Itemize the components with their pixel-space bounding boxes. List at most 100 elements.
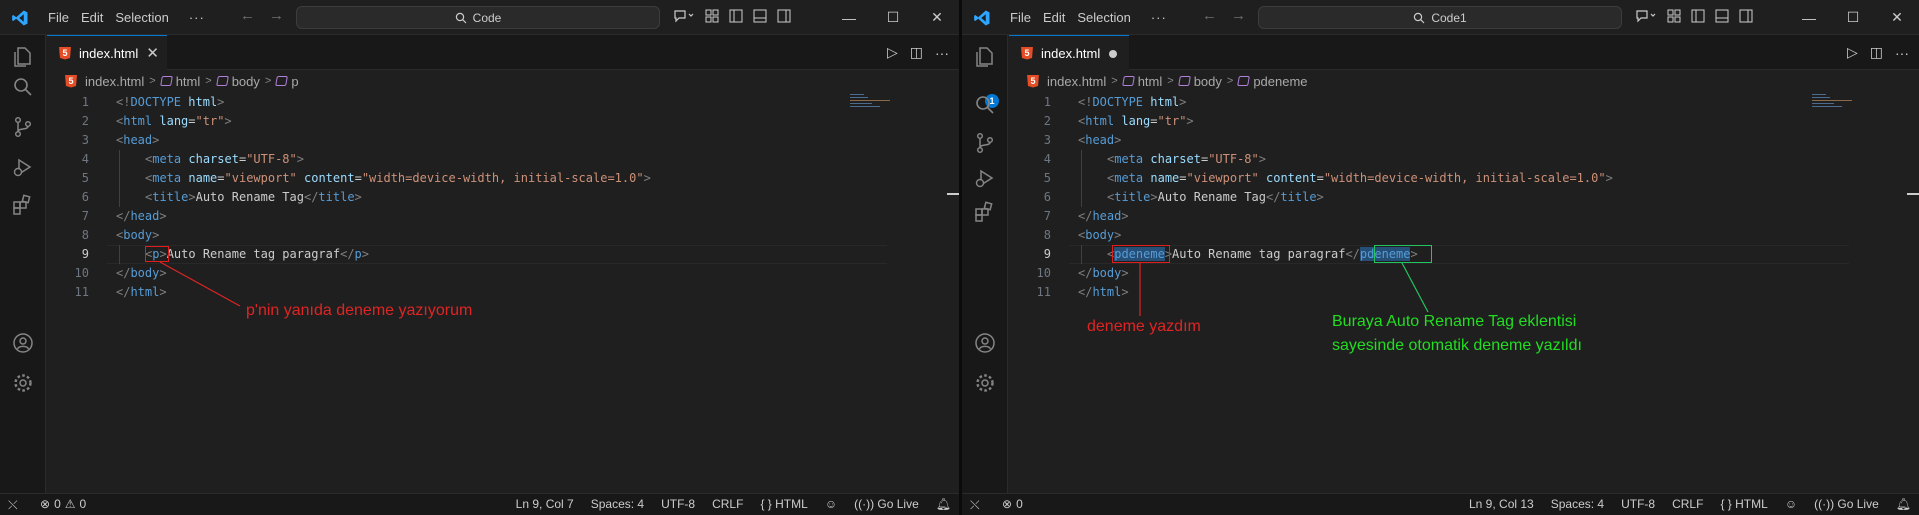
code-line[interactable]: 10 </body> <box>1009 264 1919 283</box>
encoding[interactable]: UTF-8 <box>1621 497 1655 511</box>
code-line[interactable]: 6 <title>Auto Rename Tag</title> <box>47 188 959 207</box>
command-center-search[interactable]: Code1 <box>1258 6 1622 29</box>
run-debug-icon[interactable] <box>973 166 997 190</box>
breadcrumb-file[interactable]: index.html <box>85 74 144 89</box>
manage-gear-icon[interactable] <box>11 371 35 395</box>
line-ending[interactable]: CRLF <box>712 497 743 511</box>
indentation[interactable]: Spaces: 4 <box>591 497 644 511</box>
menu-edit[interactable]: Edit <box>75 10 109 25</box>
minimap[interactable] <box>850 94 910 124</box>
notifications-bell-icon[interactable]: 🔔︎ <box>1896 497 1911 511</box>
close-window-icon[interactable]: ✕ <box>915 0 959 35</box>
scrollbar-marker[interactable] <box>947 193 959 195</box>
notifications-bell-icon[interactable]: 🔔︎ <box>936 497 951 511</box>
run-icon[interactable]: ▷ <box>1847 44 1858 61</box>
code-line[interactable]: 7 </head> <box>1009 207 1919 226</box>
code-line[interactable]: 8 <body> <box>47 226 959 245</box>
toggle-panel-icon[interactable] <box>753 9 767 23</box>
code-line[interactable]: 4 <meta charset="UTF-8"> <box>47 150 959 169</box>
code-editor[interactable]: 1 <!DOCTYPE html> 2 <html lang="tr"> 3 <head>… <box>47 92 959 493</box>
copilot-chat-icon[interactable] <box>673 8 695 24</box>
minimize-icon[interactable]: — <box>827 0 871 35</box>
language-mode[interactable]: { } HTML <box>760 497 807 511</box>
code-line[interactable]: 2 <html lang="tr"> <box>1009 112 1919 131</box>
accounts-icon[interactable] <box>11 331 35 355</box>
explorer-icon[interactable] <box>973 45 997 69</box>
encoding[interactable]: UTF-8 <box>661 497 695 511</box>
language-mode[interactable]: { } HTML <box>1720 497 1767 511</box>
accounts-icon[interactable] <box>973 331 997 355</box>
go-live-button[interactable]: ((·)) Go Live <box>1814 497 1879 511</box>
breadcrumb-file[interactable]: index.html <box>1047 74 1106 89</box>
forward-arrow-icon[interactable]: → <box>269 7 284 24</box>
breadcrumb-html[interactable]: html <box>1138 74 1163 89</box>
code-line[interactable]: 1 <!DOCTYPE html> <box>47 93 959 112</box>
back-arrow-icon[interactable]: ← <box>240 7 255 24</box>
command-center-search[interactable]: Code <box>296 6 660 29</box>
code-line[interactable]: 11 </html> <box>47 283 959 302</box>
toggle-panel-icon[interactable] <box>1715 9 1729 23</box>
explorer-icon[interactable] <box>11 45 35 69</box>
breadcrumb-body[interactable]: body <box>232 74 260 89</box>
source-control-icon[interactable] <box>11 115 35 139</box>
problems-indicator[interactable]: ⊗0 ⚠ <box>1002 497 1027 511</box>
line-ending[interactable]: CRLF <box>1672 497 1703 511</box>
code-line[interactable]: 2 <html lang="tr"> <box>47 112 959 131</box>
maximize-icon[interactable]: ☐ <box>871 0 915 35</box>
code-line[interactable]: 10 </body> <box>47 264 959 283</box>
cursor-position[interactable]: Ln 9, Col 13 <box>1469 497 1534 511</box>
code-line[interactable]: 5 <meta name="viewport" content="width=de… <box>47 169 959 188</box>
indentation[interactable]: Spaces: 4 <box>1551 497 1604 511</box>
code-line[interactable]: 8 <body> <box>1009 226 1919 245</box>
breadcrumb-html[interactable]: html <box>176 74 201 89</box>
toggle-secondary-sidebar-icon[interactable] <box>1739 9 1753 23</box>
problems-indicator[interactable]: ⊗ 0 ⚠ 0 <box>40 497 86 511</box>
go-live-button[interactable]: ((·)) Go Live <box>854 497 919 511</box>
search-view-icon[interactable] <box>11 75 35 99</box>
menu-file[interactable]: File <box>42 10 75 25</box>
extensions-icon[interactable] <box>973 200 997 224</box>
remote-icon[interactable]: ⤬ <box>8 498 18 513</box>
code-line[interactable]: 3 <head> <box>1009 131 1919 150</box>
code-line[interactable]: 7 </head> <box>47 207 959 226</box>
menu-more-icon[interactable]: ··· <box>175 10 211 25</box>
copilot-icon[interactable]: ☺ <box>825 497 837 511</box>
unsaved-dot-icon[interactable] <box>1109 50 1117 58</box>
extensions-icon[interactable] <box>11 193 35 217</box>
tab-index-html[interactable]: 5 index.html ✕ <box>47 35 167 70</box>
code-line[interactable]: 4 <meta charset="UTF-8"> <box>1009 150 1919 169</box>
layout-customize-icon[interactable] <box>1667 9 1681 23</box>
scrollbar-marker[interactable] <box>1907 193 1919 195</box>
more-actions-icon[interactable]: ··· <box>1895 45 1909 61</box>
toggle-primary-sidebar-icon[interactable] <box>729 9 743 23</box>
copilot-chat-icon[interactable] <box>1635 8 1657 24</box>
minimize-icon[interactable]: — <box>1787 0 1831 35</box>
breadcrumb-body[interactable]: body <box>1194 74 1222 89</box>
back-arrow-icon[interactable]: ← <box>1202 7 1217 24</box>
toggle-primary-sidebar-icon[interactable] <box>1691 9 1705 23</box>
tab-index-html[interactable]: 5 index.html <box>1009 35 1129 70</box>
run-debug-icon[interactable] <box>11 155 35 179</box>
forward-arrow-icon[interactable]: → <box>1231 7 1246 24</box>
code-line[interactable]: 5 <meta name="viewport" content="width=de… <box>1009 169 1919 188</box>
split-editor-icon[interactable]: ◫ <box>1870 44 1883 61</box>
menu-file[interactable]: File <box>1004 10 1037 25</box>
code-line[interactable]: 1 <!DOCTYPE html> <box>1009 93 1919 112</box>
cursor-position[interactable]: Ln 9, Col 7 <box>516 497 574 511</box>
breadcrumb-element[interactable]: pdeneme <box>1253 74 1307 89</box>
close-tab-icon[interactable]: ✕ <box>146 44 159 62</box>
copilot-icon[interactable]: ☺ <box>1785 497 1797 511</box>
code-line[interactable]: 9 <p>Auto Rename tag paragraf</p> <box>47 245 959 264</box>
breadcrumb-element[interactable]: p <box>291 74 298 89</box>
maximize-icon[interactable]: ☐ <box>1831 0 1875 35</box>
menu-selection[interactable]: Selection <box>109 10 174 25</box>
toggle-secondary-sidebar-icon[interactable] <box>777 9 791 23</box>
close-window-icon[interactable]: ✕ <box>1875 0 1919 35</box>
menu-selection[interactable]: Selection <box>1071 10 1136 25</box>
remote-icon[interactable]: ⤬ <box>970 498 980 513</box>
code-line[interactable]: 3 <head> <box>47 131 959 150</box>
search-view-icon[interactable] <box>973 93 997 117</box>
run-icon[interactable]: ▷ <box>887 44 898 61</box>
menu-more-icon[interactable]: ··· <box>1137 10 1173 25</box>
code-editor[interactable]: 1 <!DOCTYPE html> 2 <html lang="tr"> 3 <head>… <box>1009 92 1919 493</box>
